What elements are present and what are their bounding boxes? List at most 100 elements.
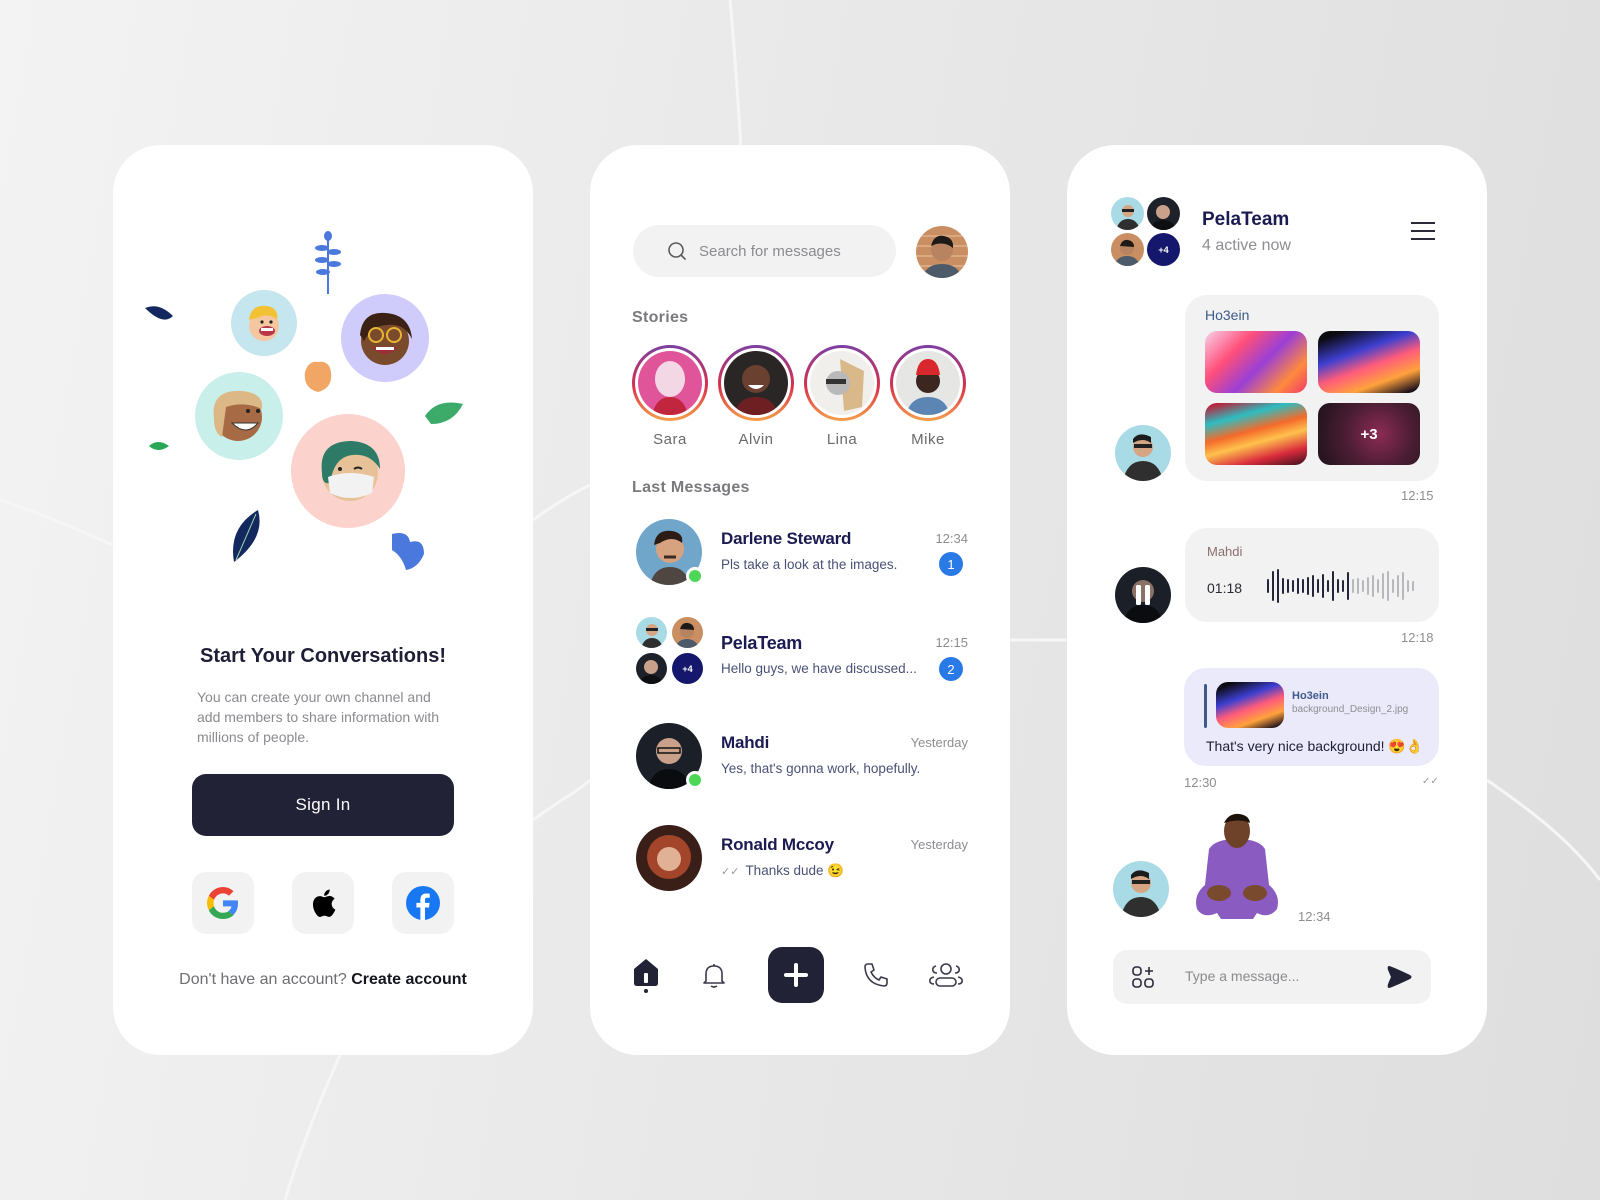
onboarding-screen: Start Your Conversations! You can create… xyxy=(113,145,533,1055)
message-composer: Type a message... xyxy=(1113,950,1431,1004)
sender-avatar[interactable] xyxy=(1113,861,1169,917)
apple-login-button[interactable] xyxy=(292,872,354,934)
sign-in-button[interactable]: Sign In xyxy=(192,774,454,836)
message-text: That's very nice background! 😍👌 xyxy=(1206,738,1424,754)
voice-play-avatar[interactable] xyxy=(1115,567,1171,623)
conversation-item[interactable]: Mahdi Yes, that's gonna work, hopefully.… xyxy=(636,723,968,793)
message-time: 12:30 xyxy=(1184,775,1217,790)
sender-avatar[interactable] xyxy=(1115,425,1171,481)
waveform-bar xyxy=(1297,578,1299,594)
waveform-bar xyxy=(1317,579,1319,593)
story-item[interactable]: Mike xyxy=(890,345,966,448)
story-item[interactable]: Alvin xyxy=(718,345,794,448)
home-icon xyxy=(634,959,658,993)
conversation-item[interactable]: Darlene Steward Pls take a look at the i… xyxy=(636,519,968,589)
boy-blonde-avatar xyxy=(231,290,297,356)
girl-masked-avatar xyxy=(291,414,405,528)
conversation-item[interactable]: Ronald Mccoy ✓✓ Thanks dude 😉 Yesterday xyxy=(636,825,968,895)
profile-avatar[interactable] xyxy=(916,226,968,278)
girl-glasses-avatar xyxy=(341,294,429,382)
waveform-bar xyxy=(1357,578,1359,594)
message-preview: Pls take a look at the images. xyxy=(721,557,898,572)
message-input[interactable]: Type a message... xyxy=(1185,968,1299,984)
conversation-item[interactable]: +4 PelaTeam Hello guys, we have discusse… xyxy=(636,617,968,687)
message-time: 12:34 xyxy=(1298,909,1331,924)
sticker-image[interactable] xyxy=(1189,809,1285,921)
leaf-decor xyxy=(304,361,332,392)
create-account-link[interactable]: Create account xyxy=(351,971,467,988)
contact-name: Darlene Steward xyxy=(721,529,852,548)
google-login-button[interactable] xyxy=(192,872,254,934)
send-icon[interactable] xyxy=(1385,964,1413,990)
nav-contacts[interactable] xyxy=(926,959,966,991)
waveform-bar xyxy=(1322,574,1324,598)
nav-notifications[interactable] xyxy=(698,959,730,991)
member-avatar xyxy=(636,653,667,684)
menu-icon[interactable] xyxy=(1410,221,1436,241)
image-thumbnail[interactable] xyxy=(1318,331,1420,393)
message-time: Yesterday xyxy=(910,837,968,852)
google-icon xyxy=(207,887,238,919)
image-thumbnail[interactable] xyxy=(1205,403,1307,465)
waveform-bar xyxy=(1407,580,1409,592)
onboarding-illustration xyxy=(143,230,483,580)
message-preview: Hello guys, we have discussed... xyxy=(721,661,917,676)
message-time: 12:18 xyxy=(1401,630,1434,645)
leaf-decor xyxy=(392,533,424,570)
search-placeholder: Search for messages xyxy=(699,242,841,260)
users-icon xyxy=(929,963,963,987)
quoted-file-name: background_Design_2.jpg xyxy=(1292,704,1409,715)
nav-home[interactable] xyxy=(630,959,662,993)
attachments-icon[interactable] xyxy=(1131,965,1155,989)
unread-badge: 2 xyxy=(939,657,963,681)
waveform-bar xyxy=(1312,575,1314,597)
more-images-button[interactable]: +3 xyxy=(1318,403,1420,465)
new-conversation-button[interactable] xyxy=(768,947,824,1003)
story-name: Lina xyxy=(826,431,858,448)
onboarding-title: Start Your Conversations! xyxy=(200,645,446,667)
facebook-login-button[interactable] xyxy=(392,872,454,934)
quote-bar xyxy=(1204,684,1207,728)
message-time: 12:15 xyxy=(935,635,968,650)
leaf-decor xyxy=(233,510,260,562)
group-avatar: +4 xyxy=(1111,197,1183,269)
footer-prompt: Don't have an account? xyxy=(179,971,347,988)
search-input[interactable]: Search for messages xyxy=(633,225,896,277)
contact-name: PelaTeam xyxy=(721,633,803,653)
waveform-bar xyxy=(1342,580,1344,592)
waveform-bar xyxy=(1387,571,1389,601)
voice-duration: 01:18 xyxy=(1207,580,1243,596)
message-preview: Thanks dude 😉 xyxy=(745,863,845,878)
chat-status: 4 active now xyxy=(1202,237,1291,254)
member-avatar xyxy=(1111,197,1144,230)
waveform-bar xyxy=(1337,579,1339,593)
story-item[interactable]: Sara xyxy=(632,345,708,448)
image-thumbnail[interactable] xyxy=(1205,331,1307,393)
waveform-bar xyxy=(1327,580,1329,592)
story-avatar xyxy=(724,351,788,415)
message-sender: Mahdi xyxy=(1207,544,1243,559)
image-message-bubble: Ho3ein +3 xyxy=(1185,295,1439,481)
waveform-bar xyxy=(1402,572,1404,600)
story-item[interactable]: Lina xyxy=(804,345,880,448)
leaf-decor xyxy=(149,442,169,450)
create-account-prompt: Don't have an account? Create account xyxy=(113,971,533,989)
waveform-bar xyxy=(1397,575,1399,597)
reply-message-bubble: Ho3ein background_Design_2.jpg That's ve… xyxy=(1184,668,1439,766)
quoted-image[interactable] xyxy=(1216,682,1284,728)
waveform-bar xyxy=(1347,572,1349,600)
voice-waveform[interactable] xyxy=(1267,568,1414,604)
leaf-decor xyxy=(315,231,341,294)
chat-screen: +4 PelaTeam 4 active now Ho3ein +3 12:15… xyxy=(1067,145,1487,1055)
message-sender: Ho3ein xyxy=(1205,307,1250,323)
nav-calls[interactable] xyxy=(860,959,892,991)
waveform-bar xyxy=(1267,579,1269,593)
waveform-bar xyxy=(1382,573,1384,599)
message-time: Yesterday xyxy=(910,735,968,750)
leaf-decor xyxy=(145,306,173,320)
waveform-bar xyxy=(1367,577,1369,595)
apple-icon xyxy=(312,889,336,917)
chat-title: PelaTeam xyxy=(1202,209,1290,230)
contact-name: Ronald Mccoy xyxy=(721,835,834,854)
onboarding-description: You can create your own channel and add … xyxy=(197,689,439,745)
